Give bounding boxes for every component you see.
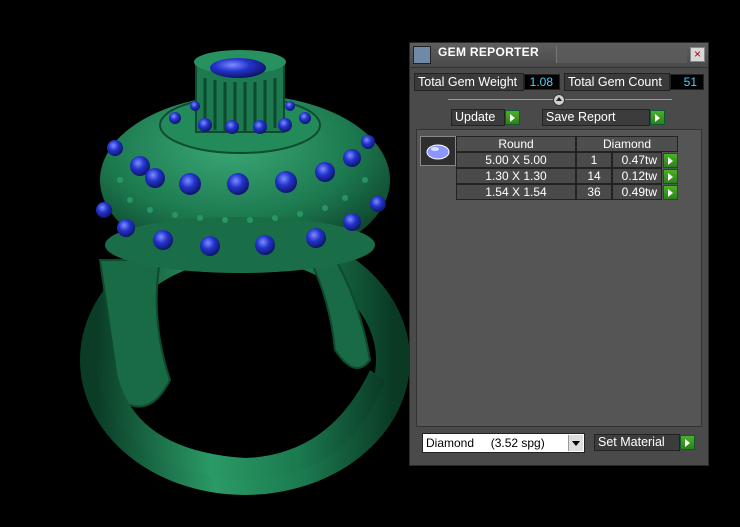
gem-reporter-icon	[413, 46, 431, 64]
total-gem-count-value: 51	[670, 74, 704, 90]
update-go-icon[interactable]	[505, 110, 520, 125]
chevron-down-icon[interactable]	[568, 435, 583, 451]
update-button[interactable]: Update	[451, 109, 505, 126]
save-report-go-icon[interactable]	[650, 110, 665, 125]
material-header: Diamond	[576, 136, 678, 152]
gem-weight: 0.49tw	[612, 184, 662, 200]
row-select-icon[interactable]	[663, 153, 678, 168]
gem-size: 5.00 X 5.00	[456, 152, 576, 168]
save-report-button[interactable]: Save Report	[542, 109, 650, 126]
close-icon[interactable]: ×	[690, 47, 705, 62]
gem-count: 36	[576, 184, 612, 200]
gem-count: 14	[576, 168, 612, 184]
material-select-value: Diamond (3.52 spg)	[426, 436, 545, 450]
total-gem-weight-value: 1.08	[524, 74, 560, 90]
total-gem-weight-label: Total Gem Weight	[414, 73, 524, 91]
total-gem-count-label: Total Gem Count	[564, 73, 670, 91]
row-select-icon[interactable]	[663, 169, 678, 184]
set-material-go-icon[interactable]	[680, 435, 695, 450]
material-select[interactable]: Diamond (3.52 spg)	[422, 433, 585, 453]
gem-weight: 0.12tw	[612, 168, 662, 184]
gem-count: 1	[576, 152, 612, 168]
material-bar: Diamond (3.52 spg) Set Material	[416, 429, 702, 459]
gem-list: Round Diamond 5.00 X 5.00 1 0.47tw 1.30 …	[416, 129, 702, 427]
gem-size: 1.54 X 1.54	[456, 184, 576, 200]
round-gem-icon[interactable]	[420, 136, 456, 166]
panel-title: GEM REPORTER	[438, 45, 539, 59]
collapse-toggle-icon[interactable]	[553, 94, 565, 106]
gem-weight: 0.47tw	[612, 152, 662, 168]
set-material-button[interactable]: Set Material	[594, 434, 680, 451]
center-gem	[210, 58, 266, 78]
titlebar-drag-area[interactable]	[556, 46, 687, 63]
panel-titlebar[interactable]: GEM REPORTER ×	[410, 43, 708, 68]
gem-reporter-panel: GEM REPORTER × Total Gem Weight 1.08 Tot…	[409, 42, 709, 466]
row-select-icon[interactable]	[663, 185, 678, 200]
gem-size: 1.30 X 1.30	[456, 168, 576, 184]
shape-header: Round	[456, 136, 576, 152]
